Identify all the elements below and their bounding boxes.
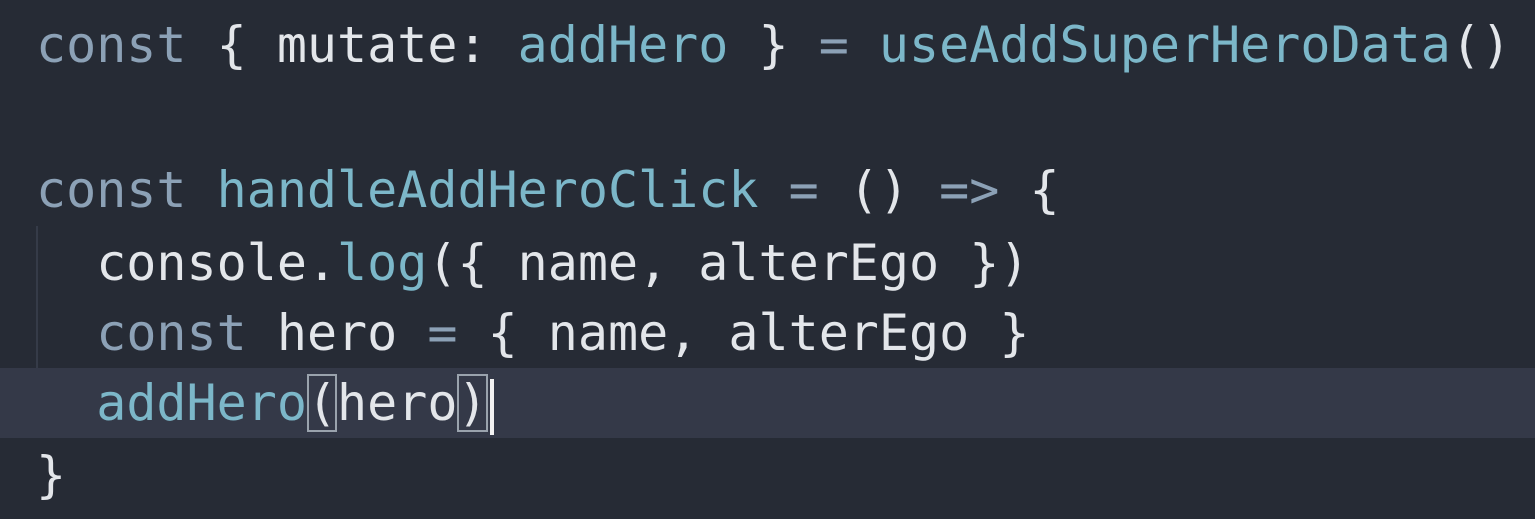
matching-bracket: )	[457, 374, 488, 432]
code-line-text: const { mutate: addHero } = useAddSuperH…	[36, 10, 1511, 80]
code-token: log	[337, 234, 428, 292]
code-line-text: const handleAddHeroClick = () => {	[36, 155, 1060, 225]
code-line-text: }	[36, 440, 66, 510]
code-token: =	[427, 304, 458, 362]
code-token: handleAddHeroClick	[216, 161, 759, 219]
code-token: ({ name, alterEgo })	[427, 234, 1030, 292]
code-token: const	[36, 161, 187, 219]
code-line-text: addHero(hero)	[36, 368, 494, 438]
code-token: {	[186, 16, 277, 74]
code-line[interactable]: console.log({ name, alterEgo })	[0, 228, 1535, 298]
code-token: =	[818, 16, 849, 74]
code-token: }	[36, 446, 67, 504]
code-token: mutate	[276, 16, 458, 74]
code-token: addHero	[517, 16, 729, 74]
code-token: }	[728, 16, 819, 74]
code-line-text: const hero = { name, alterEgo }	[36, 298, 1029, 368]
code-token: hero	[337, 374, 458, 432]
code-line[interactable]: const hero = { name, alterEgo }	[0, 298, 1535, 368]
code-token: ()	[1450, 16, 1512, 74]
code-editor[interactable]: const { mutate: addHero } = useAddSuperH…	[0, 0, 1535, 519]
code-token: =>	[939, 161, 1000, 219]
code-line-text: console.log({ name, alterEgo })	[36, 228, 1029, 298]
code-token: hero	[246, 304, 428, 362]
code-line[interactable]: addHero(hero)	[0, 368, 1535, 438]
code-line[interactable]	[0, 80, 1535, 150]
code-token: { name, alterEgo }	[457, 304, 1030, 362]
code-token: useAddSuperHeroData	[878, 16, 1451, 74]
code-line[interactable]: const { mutate: addHero } = useAddSuperH…	[0, 10, 1535, 80]
code-line[interactable]: }	[0, 440, 1535, 510]
code-token: console	[36, 234, 307, 292]
code-token: =	[788, 161, 819, 219]
matching-bracket: (	[306, 374, 338, 432]
code-token: :	[457, 16, 518, 74]
code-token: {	[999, 161, 1060, 219]
code-token: addHero	[96, 374, 307, 432]
code-token: .	[306, 234, 338, 292]
code-token: ()	[818, 161, 940, 219]
code-line[interactable]: const handleAddHeroClick = () => {	[0, 155, 1535, 225]
code-token: const	[96, 304, 247, 362]
text-cursor	[489, 378, 494, 435]
code-token: const	[36, 16, 187, 74]
